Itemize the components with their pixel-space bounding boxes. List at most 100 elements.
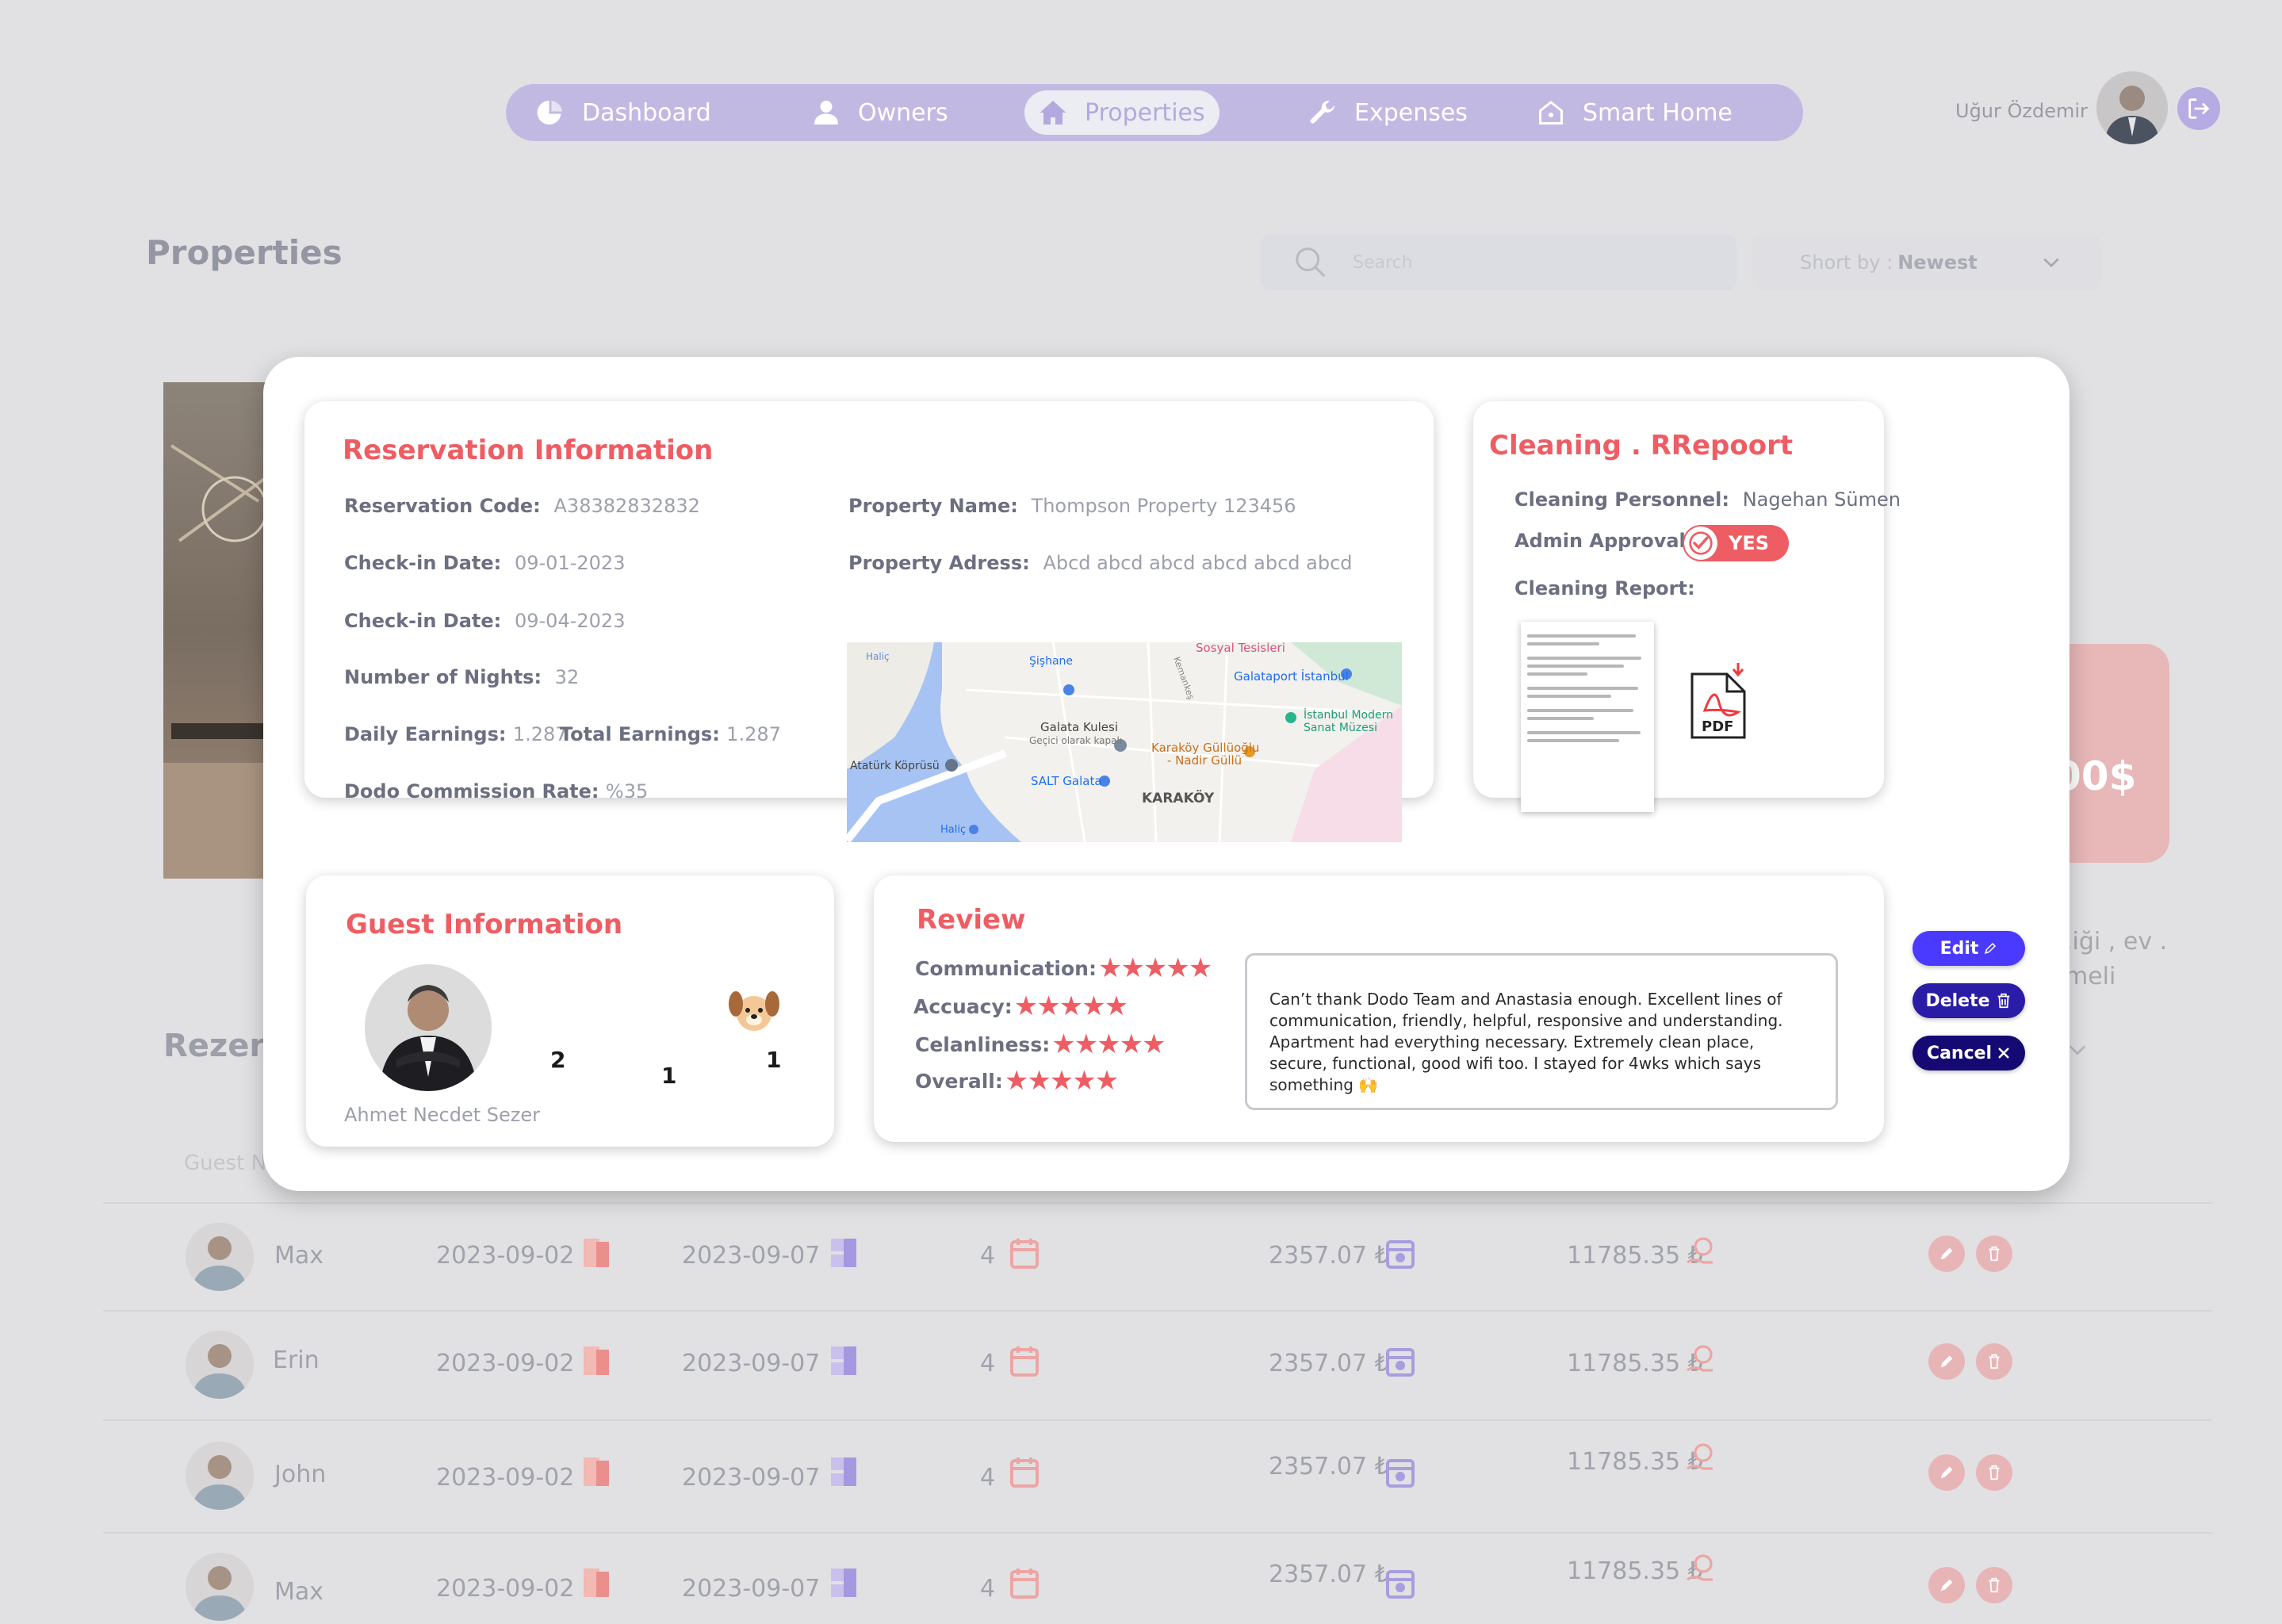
cleanliness-rating: Celanliness: ★★★★★ <box>915 1028 1166 1060</box>
edit-row-button[interactable] <box>1928 1567 1965 1603</box>
reservation-detail-modal: Reservation Information Reservation Code… <box>263 357 2069 1191</box>
pdf-download-icon[interactable]: PDF <box>1687 663 1751 742</box>
search-icon <box>1296 247 1326 278</box>
door-icon <box>584 1457 609 1486</box>
edit-row-button[interactable] <box>1928 1235 1965 1272</box>
guest-info-card: Guest Information 2 1 1 Ahmet Necdet Sez… <box>306 875 834 1147</box>
daily-earnings: Daily Earnings: 1.287 <box>344 723 568 745</box>
search-box[interactable]: Search <box>1261 235 1736 290</box>
star-rating-icon: ★★★★★ <box>1013 990 1128 1022</box>
door-icon <box>584 1239 609 1267</box>
guest-avatar <box>186 1442 254 1510</box>
guest-avatar <box>365 964 492 1091</box>
nav-dashboard[interactable]: Dashboard <box>536 84 711 141</box>
door-icon <box>584 1568 609 1597</box>
svg-text:Atatürk Köprüsü: Atatürk Köprüsü <box>850 760 940 772</box>
trash-icon <box>1989 1246 2000 1262</box>
calendar-money-icon <box>1386 1348 1415 1377</box>
review-card: Review Communication: ★★★★★ Accuacy: ★★★★★… <box>874 875 1884 1142</box>
edit-row-button[interactable] <box>1928 1343 1965 1380</box>
nav-expenses[interactable]: Expenses <box>1308 84 1468 141</box>
nav-smart-home[interactable]: Smart Home <box>1537 84 1733 141</box>
cancel-button[interactable]: Cancel <box>1913 1036 2025 1071</box>
property-description: ,iği , ev . meli <box>2065 928 2168 990</box>
cleaning-report-card: Cleaning . RRepoort Cleaning Personnel: … <box>1473 401 1901 812</box>
delete-row-button[interactable] <box>1976 1235 2012 1272</box>
admin-approval-toggle[interactable]: YES <box>1683 525 1789 561</box>
child-count: 1 <box>661 1063 677 1089</box>
delete-row-button[interactable] <box>1976 1567 2012 1603</box>
trash-icon <box>1997 993 2009 1009</box>
trash-icon <box>1989 1465 2000 1480</box>
delete-row-button[interactable] <box>1976 1454 2012 1491</box>
accuracy-rating: Accuacy: ★★★★★ <box>913 990 1128 1022</box>
divider <box>103 1419 2212 1421</box>
door-exit-icon <box>831 1346 856 1375</box>
home-icon <box>1040 101 1066 124</box>
pencil-icon <box>1940 1355 1953 1368</box>
divider <box>103 1532 2212 1534</box>
adult-count: 2 <box>550 1047 566 1073</box>
reservation-info-card: Reservation Information Reservation Code… <box>304 401 1434 842</box>
main-nav: Dashboard Owners Properties Expenses Sma… <box>506 84 1803 141</box>
search-placeholder: Search <box>1353 252 1413 273</box>
close-icon <box>1998 1048 2009 1059</box>
calendar-money-icon <box>1386 1240 1415 1269</box>
svg-text:- Nadir Güllü: - Nadir Güllü <box>1167 753 1242 768</box>
svg-text:KARAKÖY: KARAKÖY <box>1142 789 1215 806</box>
money-hand-icon <box>1687 1443 1713 1470</box>
checkin-date: Check-in Date: 09-01-2023 <box>344 552 626 574</box>
calendar-icon <box>1010 1568 1039 1599</box>
wrench-icon <box>1310 100 1334 124</box>
table-row[interactable]: Max 2023-09-02 2023-09-07 4 2357.07 ₺ 11… <box>0 1553 2282 1624</box>
trash-icon <box>1989 1577 2000 1593</box>
guest-name: Ahmet Necdet Sezer <box>344 1104 540 1126</box>
review-comment: Can’t thank Dodo Team and Anastasia enou… <box>1245 953 1838 1110</box>
calendar-icon <box>1010 1346 1039 1377</box>
money-hand-icon <box>1687 1345 1713 1372</box>
nav-properties[interactable]: Properties <box>1024 90 1219 135</box>
pie-chart-icon <box>537 101 562 124</box>
table-row[interactable]: John 2023-09-02 2023-09-07 4 2357.07 ₺ 1… <box>0 1442 2282 1529</box>
communication-rating: Communication: ★★★★★ <box>915 952 1212 984</box>
cleaning-report-title: Cleaning . RRepoort <box>1489 430 1794 462</box>
property-map[interactable]: Sosyal Tesisleri Galataport İstanbul Şiş… <box>847 642 1402 842</box>
logout-button[interactable] <box>2177 87 2220 130</box>
chevron-down-icon[interactable] <box>2066 1039 2089 1061</box>
table-row[interactable]: Erin 2023-09-02 2023-09-07 4 2357.07 ₺ 1… <box>0 1331 2282 1418</box>
door-exit-icon <box>831 1239 856 1267</box>
edit-button[interactable]: Edit <box>1913 931 2025 966</box>
pencil-icon <box>1940 1247 1953 1260</box>
calendar-icon <box>1010 1239 1039 1269</box>
table-row[interactable]: Max 2023-09-02 2023-09-07 4 2357.07 ₺ 11… <box>0 1223 2282 1310</box>
person-icon <box>814 101 838 124</box>
page-title: Properties <box>146 233 343 272</box>
delete-row-button[interactable] <box>1976 1343 2012 1380</box>
guest-info-title: Guest Information <box>346 909 623 940</box>
nav-owners[interactable]: Owners <box>812 84 948 141</box>
sort-dropdown[interactable]: Short by : Newest <box>1752 235 2101 290</box>
pet-count: 1 <box>766 1047 782 1073</box>
commission-rate: Dodo Commission Rate: %35 <box>344 780 649 802</box>
pencil-icon <box>1940 1466 1953 1479</box>
svg-text:Geçici olarak kapalı: Geçici olarak kapalı <box>1029 735 1122 746</box>
overall-rating: Overall: ★★★★★ <box>915 1065 1119 1097</box>
svg-text:Haliç: Haliç <box>940 824 966 836</box>
door-icon <box>584 1346 609 1375</box>
number-of-nights: Number of Nights: 32 <box>344 666 580 688</box>
cleaning-report-document[interactable] <box>1521 622 1654 812</box>
divider <box>103 1310 2212 1312</box>
svg-text:Galataport İstanbul: Galataport İstanbul <box>1234 668 1349 684</box>
logout-icon <box>2188 98 2210 119</box>
admin-approval-label: Admin Approval: <box>1514 530 1694 552</box>
svg-text:SALT Galata: SALT Galata <box>1031 774 1102 788</box>
trash-icon <box>1989 1354 2000 1369</box>
user-avatar[interactable] <box>2096 71 2168 144</box>
svg-text:Şişhane: Şişhane <box>1029 655 1073 668</box>
delete-button[interactable]: Delete <box>1913 983 2025 1018</box>
reservation-code: Reservation Code: A38382832832 <box>344 495 700 517</box>
svg-text:Sanat Müzesi: Sanat Müzesi <box>1304 722 1377 734</box>
svg-text:Galata Kulesi: Galata Kulesi <box>1040 720 1118 734</box>
door-exit-icon <box>831 1568 856 1597</box>
edit-row-button[interactable] <box>1928 1454 1965 1491</box>
